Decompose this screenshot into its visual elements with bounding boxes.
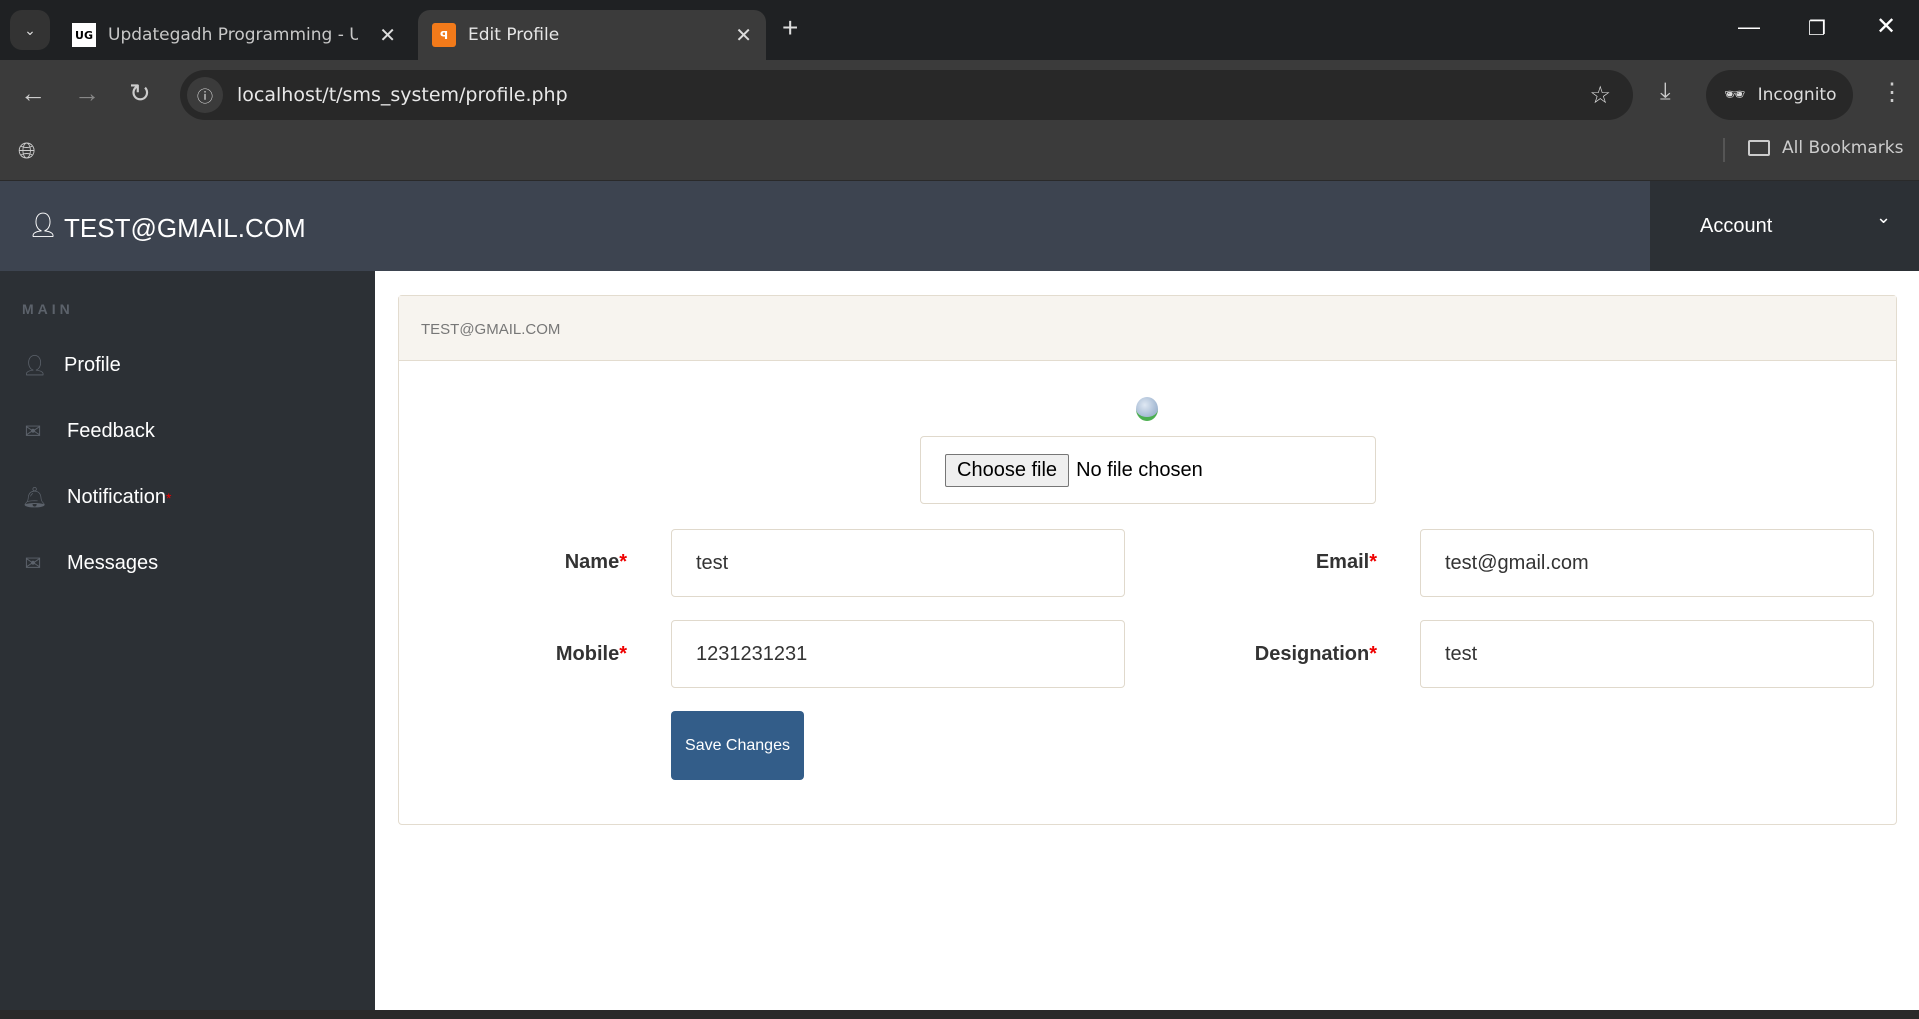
envelope-icon: ✉ [24,553,42,575]
xampp-favicon-icon: ꟼ [432,23,456,47]
reload-icon[interactable]: ↻ [129,78,151,109]
top-header: 👤︎ TEST@GMAIL.COM Account ⌄ [0,181,1919,271]
download-icon[interactable]: ⤓ [1660,78,1671,106]
header-user-email: TEST@GMAIL.COM [64,213,306,243]
incognito-icon: 🕶 [1724,85,1746,105]
all-bookmarks-button[interactable]: All Bookmarks [1748,138,1903,158]
browser-tab-bar: ⌄ UG Updategadh Programming - Up ✕ ꟼ Edi… [0,0,1919,60]
mobile-label: Mobile* [555,643,627,665]
file-upload-field[interactable]: Choose file No file chosen [920,436,1376,504]
menu-icon[interactable]: ⋮ [1880,78,1904,107]
name-input[interactable]: test [671,529,1125,597]
tab-updategadh[interactable]: UG Updategadh Programming - Up ✕ [58,10,410,60]
folder-icon [1748,140,1770,156]
email-label: Email* [1315,551,1377,573]
forward-icon[interactable]: → [74,78,100,109]
sidebar-item-feedback[interactable]: ✉ Feedback [22,419,155,444]
chevron-down-icon: ⌄ [1876,207,1892,227]
account-dropdown[interactable]: Account ⌄ [1650,181,1919,271]
sidebar: MAIN 👤︎ Profile ✉ Feedback 🔔︎ Notification *… [0,271,375,1010]
incognito-indicator[interactable]: 🕶 Incognito [1706,70,1853,120]
site-info-icon[interactable]: ⓘ [187,77,223,113]
close-window-button[interactable]: ✕ [1876,12,1896,41]
close-tab-icon[interactable]: ✕ [735,23,752,47]
envelope-icon: ✉ [24,421,42,443]
designation-input[interactable]: test [1420,620,1874,688]
mobile-input[interactable]: 1231231231 [671,620,1125,688]
profile-image-broken-icon [1136,397,1158,421]
sidebar-section-label: MAIN [22,301,74,317]
bookmark-star-icon[interactable]: ☆ [1589,81,1611,110]
bookmarks-divider [1723,138,1725,162]
back-icon[interactable]: ← [20,78,46,109]
minimize-button[interactable]: — [1738,14,1760,40]
sidebar-item-notification[interactable]: 🔔︎ Notification * [22,485,171,510]
notification-badge: * [165,489,172,506]
sidebar-item-messages[interactable]: ✉ Messages [22,551,159,576]
email-input[interactable]: test@gmail.com [1420,529,1874,597]
file-status: No file chosen [1076,458,1203,481]
new-tab-button[interactable]: + [782,12,798,44]
choose-file-button[interactable]: Choose file [945,453,1070,487]
close-tab-icon[interactable]: ✕ [379,23,396,47]
restore-button[interactable]: ❐ [1808,16,1826,41]
ug-favicon-icon: UG [72,23,96,47]
card-title: TEST@GMAIL.COM [399,296,1896,361]
bell-icon: 🔔︎ [22,487,48,509]
globe-icon[interactable]: 🌐︎ [18,138,36,164]
designation-label: Designation* [1254,643,1377,665]
user-icon: 👤︎ [22,355,48,377]
tab-search-button[interactable]: ⌄ [10,10,50,50]
save-changes-button[interactable]: Save Changes [671,711,804,780]
address-bar[interactable]: ⓘ localhost/t/sms_system/profile.php ☆ [180,70,1633,120]
name-label: Name* [564,551,627,573]
tab-edit-profile[interactable]: ꟼ Edit Profile ✕ [418,10,766,60]
browser-toolbar: ← → ↻ ⓘ localhost/t/sms_system/profile.p… [0,60,1919,181]
sidebar-item-profile[interactable]: 👤︎ Profile [22,353,121,378]
user-icon: 👤︎ [28,212,59,239]
bottom-edge [0,1010,1919,1019]
